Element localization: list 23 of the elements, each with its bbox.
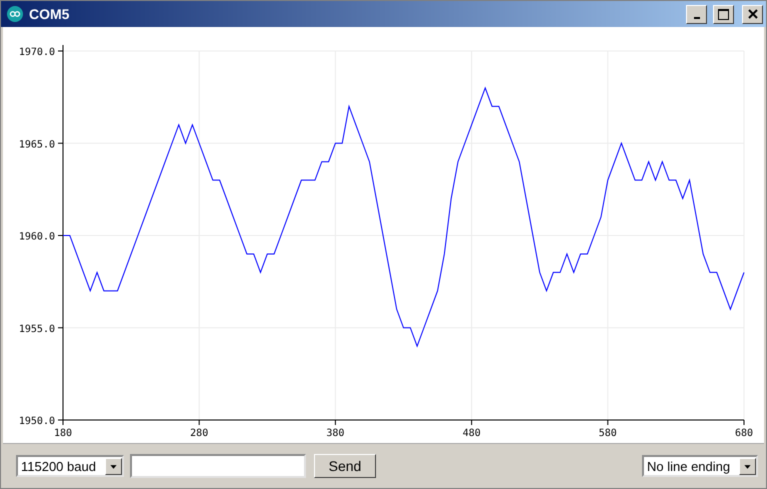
y-tick-label: 1970.0 <box>18 47 55 58</box>
x-tick-label: 680 <box>734 428 754 439</box>
app-logo-icon <box>7 6 23 22</box>
x-tick-label: 280 <box>190 428 208 439</box>
x-tick-label: 480 <box>462 428 481 439</box>
minimize-button[interactable] <box>686 4 707 24</box>
window-title: COM5 <box>29 6 70 22</box>
send-button[interactable]: Send <box>314 454 376 478</box>
baud-rate-dropdown[interactable]: 115200 baud <box>16 455 124 477</box>
y-tick-label: 1950.0 <box>18 416 55 427</box>
close-icon <box>748 9 758 19</box>
y-tick-label: 1960.0 <box>18 232 55 242</box>
y-tick-label: 1965.0 <box>18 139 55 150</box>
close-button[interactable] <box>742 4 763 24</box>
y-tick-label: 1955.0 <box>18 324 55 335</box>
maximize-button[interactable] <box>713 4 734 24</box>
x-tick-label: 580 <box>598 428 617 439</box>
message-input-field[interactable] <box>130 454 306 478</box>
line-ending-dropdown[interactable]: No line ending <box>642 455 758 477</box>
minimize-icon <box>694 16 700 18</box>
x-tick-label: 380 <box>326 428 344 439</box>
x-tick-label: 180 <box>54 428 72 439</box>
maximize-icon <box>718 8 729 20</box>
